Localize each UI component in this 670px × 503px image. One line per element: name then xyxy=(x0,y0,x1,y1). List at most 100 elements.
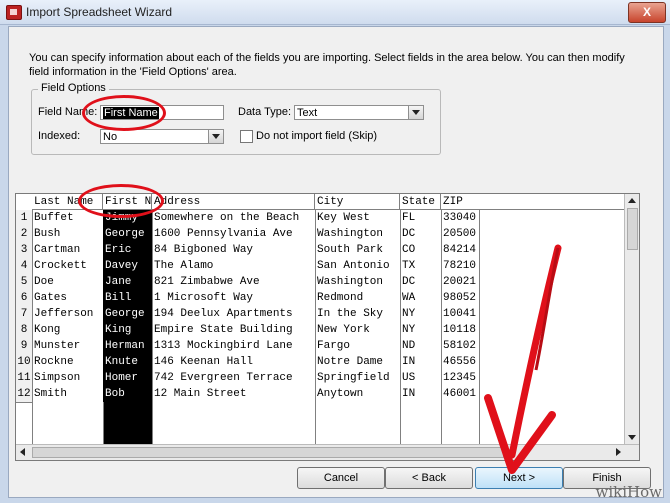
table-cell: San Antonio xyxy=(317,260,390,272)
row-number: 8 xyxy=(16,322,33,339)
table-cell: South Park xyxy=(317,244,384,256)
table-cell: Bill xyxy=(103,290,152,306)
table-cell: 84 Bigboned Way xyxy=(154,244,254,256)
table-cell: Homer xyxy=(103,370,152,386)
table-cell: George xyxy=(103,226,152,242)
table-cell: CO xyxy=(402,244,416,256)
scroll-up-icon[interactable] xyxy=(628,198,636,203)
table-cell: DC xyxy=(402,228,416,240)
column-header[interactable]: ZIP xyxy=(441,194,636,210)
access-app-icon xyxy=(6,5,22,20)
table-cell: In the Sky xyxy=(317,308,384,320)
table-cell: 12 Main Street xyxy=(154,388,247,400)
table-cell: King xyxy=(103,322,152,338)
table-cell: Somewhere on the Beach xyxy=(154,212,300,224)
row-number: 3 xyxy=(16,242,33,259)
wikihow-watermark: wikiHow xyxy=(595,483,662,501)
table-cell: NY xyxy=(402,308,416,320)
field-options-legend: Field Options xyxy=(38,82,109,94)
data-type-select[interactable]: Text xyxy=(294,105,424,120)
chevron-down-icon[interactable] xyxy=(408,106,423,119)
table-cell: New York xyxy=(317,324,370,336)
table-cell: Kong xyxy=(34,324,61,336)
column-header[interactable]: Address xyxy=(152,194,315,210)
table-cell: Herman xyxy=(103,338,152,354)
table-cell: Key West xyxy=(317,212,370,224)
table-cell: Fargo xyxy=(317,340,351,352)
indexed-value: No xyxy=(103,131,118,143)
table-cell: Washington xyxy=(317,228,384,240)
table-cell: Bush xyxy=(34,228,61,240)
indexed-label: Indexed: xyxy=(38,130,81,142)
row-number: 12 xyxy=(16,386,33,403)
table-cell: TX xyxy=(402,260,416,272)
table-cell: Washington xyxy=(317,276,384,288)
table-cell: FL xyxy=(402,212,416,224)
indexed-select[interactable]: No xyxy=(100,129,224,144)
table-cell: Empire State Building xyxy=(154,324,293,336)
table-cell: Jane xyxy=(103,274,152,290)
table-cell: WA xyxy=(402,292,416,304)
back-button[interactable]: < Back xyxy=(385,467,473,489)
intro-text: You can specify information about each o… xyxy=(29,52,625,78)
row-number: 11 xyxy=(16,370,33,387)
data-type-value: Text xyxy=(297,107,318,119)
row-number: 4 xyxy=(16,258,33,275)
column-header[interactable]: City xyxy=(315,194,400,210)
table-cell: ND xyxy=(402,340,416,352)
row-number: 6 xyxy=(16,290,33,307)
table-cell: Doe xyxy=(34,276,54,288)
row-number: 1 xyxy=(16,210,33,227)
row-number: 9 xyxy=(16,338,33,355)
table-cell: Davey xyxy=(103,258,152,274)
table-cell: George xyxy=(103,306,152,322)
table-cell: Crockett xyxy=(34,260,87,272)
table-cell: US xyxy=(402,372,416,384)
title-bar: Import Spreadsheet Wizard X xyxy=(0,0,670,25)
window-title: Import Spreadsheet Wizard xyxy=(26,5,173,19)
table-cell: Bob xyxy=(103,386,152,402)
scroll-down-icon[interactable] xyxy=(628,435,636,440)
table-cell: Rockne xyxy=(34,356,74,368)
table-cell: 146 Keenan Hall xyxy=(154,356,254,368)
cancel-button[interactable]: Cancel xyxy=(297,467,385,489)
table-cell: Anytown xyxy=(317,388,364,400)
column-header-highlight-ellipse xyxy=(78,184,164,218)
close-button[interactable]: X xyxy=(628,2,666,23)
table-cell: IN xyxy=(402,388,416,400)
table-cell: DC xyxy=(402,276,416,288)
column-header[interactable]: State xyxy=(400,194,441,210)
table-cell: Eric xyxy=(103,242,152,258)
table-cell: Munster xyxy=(34,340,81,352)
field-name-highlight-ellipse xyxy=(82,95,166,131)
scroll-thumb[interactable] xyxy=(627,208,638,250)
skip-label: Do not import field (Skip) xyxy=(256,130,378,142)
scroll-left-icon[interactable] xyxy=(20,448,25,456)
table-cell: Smith xyxy=(34,388,68,400)
table-cell: IN xyxy=(402,356,416,368)
table-cell: Redmond xyxy=(317,292,364,304)
table-cell: Gates xyxy=(34,292,68,304)
table-cell: Notre Dame xyxy=(317,356,384,368)
scroll-right-icon[interactable] xyxy=(616,448,621,456)
table-cell: Jefferson xyxy=(34,308,94,320)
table-cell: 742 Evergreen Terrace xyxy=(154,372,293,384)
row-number: 10 xyxy=(16,354,33,371)
row-number: 7 xyxy=(16,306,33,323)
data-type-label: Data Type: xyxy=(238,106,291,118)
table-cell: Knute xyxy=(103,354,152,370)
table-cell: 1313 Mockingbird Lane xyxy=(154,340,293,352)
horizontal-scroll-thumb[interactable] xyxy=(32,447,504,458)
chevron-down-icon[interactable] xyxy=(208,130,223,143)
red-arrow-icon xyxy=(484,244,562,474)
skip-checkbox[interactable] xyxy=(240,130,253,143)
table-cell: 33040 xyxy=(443,212,477,224)
table-cell: The Alamo xyxy=(154,260,214,272)
row-number: 2 xyxy=(16,226,33,243)
table-cell: 821 Zimbabwe Ave xyxy=(154,276,260,288)
table-cell: Cartman xyxy=(34,244,81,256)
table-cell: 1 Microsoft Way xyxy=(154,292,254,304)
table-cell: Simpson xyxy=(34,372,81,384)
table-cell: 1600 Pennsylvania Ave xyxy=(154,228,293,240)
vertical-scrollbar[interactable] xyxy=(624,194,639,444)
